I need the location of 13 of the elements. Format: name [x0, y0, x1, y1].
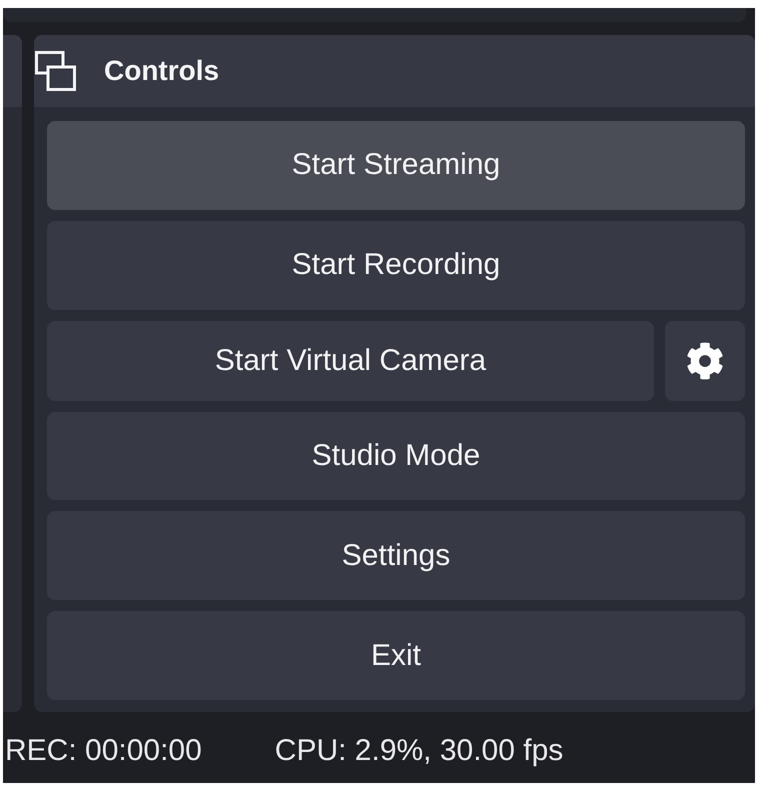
performance-stats: CPU: 2.9%, 30.00 fps	[274, 734, 564, 768]
control-button[interactable]: Start Virtual Camera	[47, 320, 654, 401]
windows-icon	[35, 51, 76, 91]
recording-time: REC: 00:00:00	[5, 734, 202, 768]
dock-title: Controls	[104, 55, 220, 87]
control-button[interactable]: Studio Mode	[47, 412, 745, 500]
control-button[interactable]: Start Streaming	[47, 121, 745, 210]
control-button[interactable]: Exit	[47, 611, 745, 700]
gear-icon	[686, 342, 724, 380]
settings-button[interactable]	[665, 320, 745, 401]
control-button[interactable]: Settings	[47, 511, 745, 600]
side-panel-header	[3, 35, 22, 107]
control-button[interactable]: Start Recording	[47, 220, 745, 310]
